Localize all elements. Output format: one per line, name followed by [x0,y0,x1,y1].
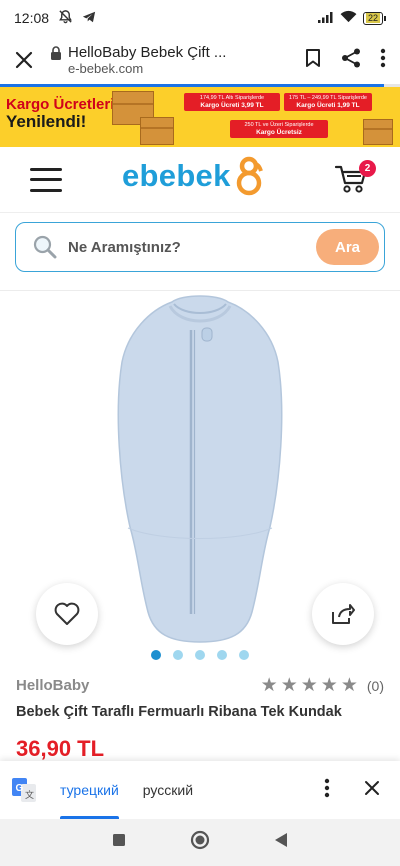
more-vertical-icon [380,48,386,67]
product-name: Bebek Çift Taraflı Fermuarlı Ribana Tek … [16,704,342,720]
promo-tier-3: 250 TL ve Üzeri Siparişlerde Kargo Ücret… [230,120,328,138]
bookmark-icon [306,48,320,67]
page-domain: e-bebek.com [68,61,144,76]
bookmark-button[interactable] [304,48,322,73]
promo-tier-1: 174,99 TL Altı Siparişlerde Kargo Ücreti… [184,93,280,111]
close-translate-button[interactable] [364,780,380,801]
product-image[interactable] [110,292,290,644]
recents-button[interactable] [112,833,126,852]
google-translate-icon: G 文 [12,778,36,802]
search-button[interactable]: Ara [316,229,379,265]
telegram-icon [82,10,96,27]
mute-notification-icon [58,9,73,27]
system-nav-bar [0,819,400,866]
status-bar: 12:08 22 [0,0,400,36]
site-header: ebebek 2 [0,147,400,213]
share-product-button[interactable] [312,583,374,645]
share-arrow-icon [332,604,355,624]
cart-count-badge: 2 [359,160,376,177]
back-triangle-icon [275,833,287,847]
more-vertical-icon [324,778,330,797]
star-icon: ★ [260,675,278,696]
rating-count: (0) [366,677,384,694]
search-icon [33,235,57,259]
product-brand[interactable]: HelloBaby [16,677,89,694]
carousel-dot-3[interactable] [195,650,205,660]
menu-button[interactable] [30,167,62,192]
share-icon [342,48,360,67]
search-box: Ara [15,222,385,272]
divider [0,290,400,291]
home-button[interactable] [190,830,210,855]
shipping-promo-banner[interactable]: Kargo Ücretleri Yenilendi! 174,99 TL Alt… [0,87,400,147]
product-rating[interactable]: ★ ★ ★ ★ ★ (0) [261,676,384,695]
translate-bar: G 文 турецкий русский [0,761,400,819]
url-area[interactable]: HelloBaby Bebek Çift ... e-bebek.com [50,44,304,76]
image-carousel-dots [0,650,400,660]
carousel-dot-4[interactable] [217,650,227,660]
close-icon [365,780,379,795]
page-title: HelloBaby Bebek Çift ... [68,44,227,61]
cargo-box-image [363,119,393,145]
more-options-button[interactable] [380,48,386,73]
svg-text:G: G [16,783,24,794]
search-input[interactable] [68,238,298,256]
signal-icon [317,10,334,26]
battery-icon: 22 [362,11,386,25]
wifi-icon [340,10,357,26]
close-tab-button[interactable] [10,46,38,74]
star-icon: ★ [300,675,318,696]
heart-icon [54,602,80,625]
cargo-box-image [140,117,174,145]
star-icon: ★ [340,675,358,696]
carousel-dot-1[interactable] [151,650,161,660]
svg-text:文: 文 [25,789,34,800]
share-button[interactable] [340,47,362,74]
product-price: 36,90 TL [16,736,105,761]
translate-options-button[interactable] [324,778,330,803]
close-icon [15,51,33,69]
browser-toolbar: HelloBaby Bebek Çift ... e-bebek.com [0,36,400,84]
clock: 12:08 [14,10,50,26]
carousel-dot-2[interactable] [173,650,183,660]
favorite-button[interactable] [36,583,98,645]
carousel-dot-5[interactable] [239,650,249,660]
logo-text: ebebek [122,158,231,193]
star-icon: ★ [320,675,338,696]
home-circle-icon [190,830,210,850]
square-icon [113,834,125,846]
ebebek-logo[interactable]: ebebek [122,155,265,197]
star-icon: ★ [280,675,298,696]
tab-source-language[interactable]: турецкий [60,761,119,819]
logo-mark-icon [236,156,263,196]
battery-level: 22 [365,12,380,23]
banner-title: Kargo Ücretleri Yenilendi! [6,96,115,131]
tab-target-language[interactable]: русский [143,761,193,819]
cart-button[interactable]: 2 [334,160,376,195]
back-button[interactable] [274,832,288,853]
lock-icon [51,45,61,60]
promo-tier-2: 175 TL – 249,99 TL Siparişlerde Kargo Üc… [284,93,372,111]
